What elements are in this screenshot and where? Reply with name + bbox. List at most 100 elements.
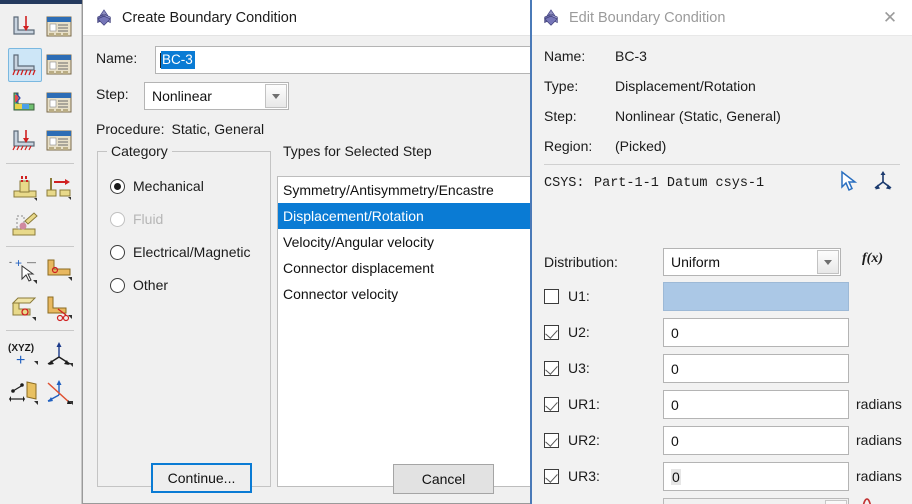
u3-input[interactable]: 0 <box>663 354 849 383</box>
edit-dialog-title: Edit Boundary Condition <box>569 9 726 26</box>
edit-region-value: (Picked) <box>615 138 667 154</box>
toolbar-datum-csys-icon[interactable] <box>42 338 76 372</box>
create-dialog-title: Create Boundary Condition <box>122 9 297 26</box>
toolbar-amplitude-create-icon[interactable] <box>8 172 42 206</box>
toolbar-surface-create-icon[interactable] <box>42 254 76 288</box>
u1-checkbox[interactable] <box>544 288 559 304</box>
fx-label: f(x) <box>862 251 883 266</box>
toolbar-bc-encastre-icon[interactable] <box>8 48 42 82</box>
list-item-label: Displacement/Rotation <box>283 208 424 224</box>
toolbar-amplitude-edit-icon[interactable] <box>8 208 42 242</box>
procedure-label: Procedure: <box>96 121 165 137</box>
ur3-value: 0 <box>671 468 681 485</box>
chevron-down-icon[interactable] <box>825 500 847 504</box>
svg-text:+: + <box>15 257 22 270</box>
edit-step-value: Nonlinear (Static, General) <box>615 108 781 124</box>
u2-value: 0 <box>671 324 679 341</box>
step-combobox[interactable]: Nonlinear <box>144 82 289 110</box>
ur1-input[interactable]: 0 <box>663 390 849 419</box>
distribution-combobox[interactable]: Uniform <box>663 248 841 276</box>
toolbar-field-create-icon[interactable] <box>8 86 42 120</box>
radio-other-indicator <box>110 277 125 293</box>
edit-dialog-close-icon[interactable]: ✕ <box>868 0 912 36</box>
ur2-checkbox[interactable] <box>544 432 559 448</box>
ur2-unit: radians <box>856 432 902 448</box>
edit-type-value: Displacement/Rotation <box>615 78 756 94</box>
u1-input <box>663 282 849 311</box>
radio-other[interactable]: Other <box>110 277 168 293</box>
toolbar-partition-icon[interactable] <box>42 292 76 326</box>
toolbar-load-manager-icon[interactable] <box>42 124 76 158</box>
list-item[interactable]: Connector velocity <box>278 281 549 307</box>
edit-boundary-condition-dialog: Edit Boundary Condition ✕ Name: BC-3 Typ… <box>530 0 912 504</box>
toolbar-bc-manager-icon[interactable] <box>42 10 76 44</box>
radio-electrical-magnetic[interactable]: Electrical/Magnetic <box>110 244 251 260</box>
toolbar-datum-plane-icon[interactable] <box>8 376 42 410</box>
create-dialog-titlebar[interactable]: Create Boundary Condition ✕ <box>83 0 559 36</box>
types-listbox[interactable]: Symmetry/Antisymmetry/Encastre Displacem… <box>277 176 550 487</box>
radio-electrical-magnetic-label: Electrical/Magnetic <box>133 244 251 260</box>
dof-row-u1[interactable]: U1: <box>544 288 612 304</box>
dof-row-ur3[interactable]: UR3: <box>544 468 612 484</box>
u3-checkbox[interactable] <box>544 360 559 376</box>
continue-button[interactable]: Continue... <box>151 463 252 493</box>
distribution-label: Distribution: <box>544 254 618 270</box>
edit-dialog-body: Name: BC-3 Type: Displacement/Rotation S… <box>532 36 912 504</box>
arrow-cursor-icon[interactable] <box>839 170 859 197</box>
amplitude-combobox[interactable]: (Ramp) <box>663 498 849 504</box>
dof-row-u2[interactable]: U2: <box>544 324 612 340</box>
radio-other-label: Other <box>133 277 169 293</box>
ur3-checkbox[interactable] <box>544 468 559 484</box>
category-groupbox: Category Mechanical Fluid Electrical/Mag… <box>97 143 271 487</box>
radio-mechanical-label: Mechanical <box>133 178 204 194</box>
amplitude-curve-icon[interactable] <box>858 495 888 504</box>
dof-row-ur2[interactable]: UR2: <box>544 432 612 448</box>
procedure-value: Static, General <box>171 121 265 137</box>
toolbar-bc-create-icon[interactable] <box>8 10 42 44</box>
edit-dialog-titlebar[interactable]: Edit Boundary Condition ✕ <box>532 0 912 36</box>
list-item[interactable]: Connector displacement <box>278 255 549 281</box>
abaqus-diamond-icon <box>544 8 558 26</box>
radio-mechanical-indicator <box>110 178 125 194</box>
ur3-input[interactable]: 0 <box>663 462 849 491</box>
cancel-button[interactable]: Cancel <box>393 464 494 494</box>
csys-value: Part-1-1 Datum csys-1 <box>594 176 765 191</box>
edit-type-label: Type: <box>544 78 579 94</box>
list-item[interactable]: Displacement/Rotation <box>278 203 549 229</box>
toolbar-set-create-icon[interactable]: - + — <box>8 254 42 288</box>
toolbar-divider-2 <box>6 246 74 247</box>
dof-row-ur1[interactable]: UR1: <box>544 396 612 412</box>
toolbar-xyz-point-icon[interactable]: (XYZ) + <box>8 338 42 372</box>
ur1-checkbox[interactable] <box>544 396 559 412</box>
toolbar-field-manager-icon[interactable] <box>42 86 76 120</box>
chevron-down-icon[interactable] <box>817 250 839 274</box>
toolbar-query-icon[interactable] <box>8 292 42 326</box>
ur3-unit: radians <box>856 468 902 484</box>
radio-mechanical[interactable]: Mechanical <box>110 178 204 194</box>
u2-label: U2: <box>568 324 590 340</box>
list-item-label: Connector velocity <box>283 286 399 302</box>
radio-electrical-magnetic-indicator <box>110 244 125 260</box>
toolbar-divider-3 <box>6 330 74 331</box>
u2-checkbox[interactable] <box>544 324 559 340</box>
datum-csys-icon[interactable] <box>872 170 894 197</box>
ur1-unit: radians <box>856 396 902 412</box>
list-item[interactable]: Symmetry/Antisymmetry/Encastre <box>278 177 549 203</box>
step-combobox-value: Nonlinear <box>152 88 212 104</box>
toolbar-bc-manager-2-icon[interactable] <box>42 48 76 82</box>
toolbar-top-accent <box>0 0 82 4</box>
ur2-input[interactable]: 0 <box>663 426 849 455</box>
name-input-value: BC-3 <box>161 51 195 69</box>
radio-fluid: Fluid <box>110 211 163 227</box>
u3-label: U3: <box>568 360 590 376</box>
u2-input[interactable]: 0 <box>663 318 849 347</box>
toolbar-datum-axis-icon[interactable] <box>42 376 76 410</box>
list-item[interactable]: Velocity/Angular velocity <box>278 229 549 255</box>
toolbar-amplitude-move-icon[interactable] <box>42 172 76 206</box>
chevron-down-icon[interactable] <box>265 84 287 108</box>
procedure-row: Procedure: Static, General <box>96 121 264 137</box>
name-input[interactable]: BC-3 <box>155 46 561 74</box>
dof-row-u3[interactable]: U3: <box>544 360 612 376</box>
toolbar-load-create-icon[interactable] <box>8 124 42 158</box>
ur3-label: UR3: <box>568 468 600 484</box>
